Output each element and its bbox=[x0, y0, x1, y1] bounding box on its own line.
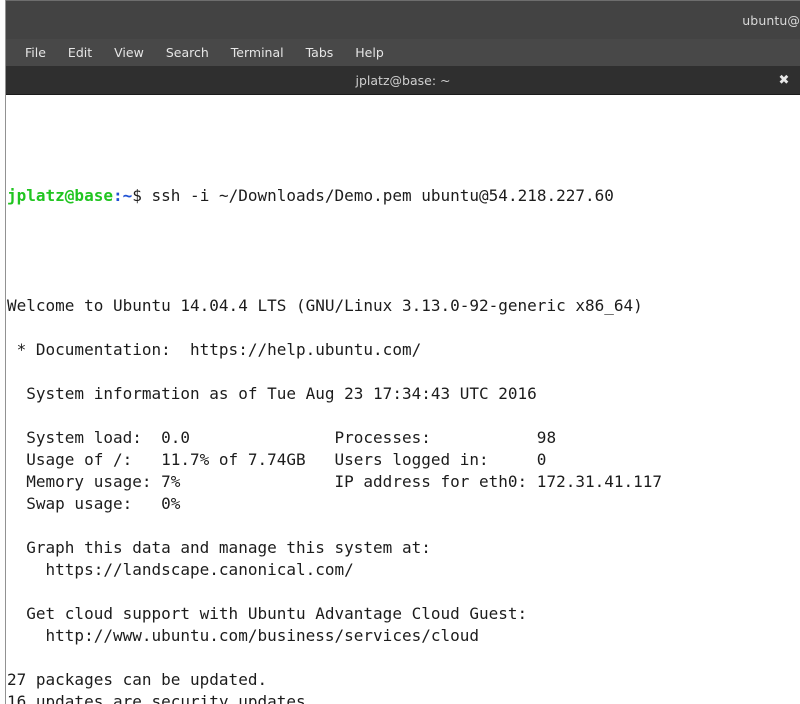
menu-item-help[interactable]: Help bbox=[344, 43, 395, 63]
menu-item-tabs[interactable]: Tabs bbox=[295, 43, 345, 63]
terminal-line-9: Swap usage: 0% bbox=[6, 493, 800, 515]
terminal-line-15: http://www.ubuntu.com/business/services/… bbox=[6, 625, 800, 647]
window-titlebar[interactable]: ubuntu@ bbox=[6, 0, 800, 39]
terminal-line-blank bbox=[6, 581, 800, 603]
prompt-path: ~ bbox=[123, 186, 133, 205]
desktop-background: ubuntu@ File Edit View Search Terminal T… bbox=[0, 0, 800, 704]
terminal-line-blank bbox=[6, 405, 800, 427]
terminal-line-14: Get cloud support with Ubuntu Advantage … bbox=[6, 603, 800, 625]
terminal-line-blank bbox=[6, 361, 800, 383]
terminal-line-17: 27 packages can be updated. bbox=[6, 669, 800, 691]
terminal-window: ubuntu@ File Edit View Search Terminal T… bbox=[6, 0, 800, 704]
terminal-line-6: System load: 0.0 Processes: 98 bbox=[6, 427, 800, 449]
terminal-banner-output: Welcome to Ubuntu 14.04.4 LTS (GNU/Linux… bbox=[6, 295, 800, 704]
menu-item-edit[interactable]: Edit bbox=[57, 43, 103, 63]
terminal-prompt-line-1: jplatz@base:~$ ssh -i ~/Downloads/Demo.p… bbox=[6, 185, 800, 207]
terminal-line-7: Usage of /: 11.7% of 7.74GB Users logged… bbox=[6, 449, 800, 471]
menu-item-file[interactable]: File bbox=[14, 43, 57, 63]
terminal-line-11: Graph this data and manage this system a… bbox=[6, 537, 800, 559]
menu-item-terminal[interactable]: Terminal bbox=[220, 43, 295, 63]
close-icon[interactable]: ✖ bbox=[776, 72, 792, 88]
terminal-line-blank bbox=[6, 317, 800, 339]
prompt-user-host: jplatz@base bbox=[7, 186, 113, 205]
terminal-line-8: Memory usage: 7% IP address for eth0: 17… bbox=[6, 471, 800, 493]
menu-item-view[interactable]: View bbox=[103, 43, 155, 63]
terminal-line-12: https://landscape.canonical.com/ bbox=[6, 559, 800, 581]
terminal-line-4: System information as of Tue Aug 23 17:3… bbox=[6, 383, 800, 405]
terminal-command-ssh: ssh -i ~/Downloads/Demo.pem ubuntu@54.21… bbox=[142, 186, 614, 205]
terminal-screen[interactable]: jplatz@base:~$ ssh -i ~/Downloads/Demo.p… bbox=[6, 95, 800, 704]
prompt-colon: : bbox=[113, 186, 123, 205]
window-title: ubuntu@ bbox=[742, 13, 800, 28]
tabbar: jplatz@base: ~ ✖ bbox=[6, 66, 800, 95]
prompt-dollar: $ bbox=[132, 186, 142, 205]
terminal-line-2: * Documentation: https://help.ubuntu.com… bbox=[6, 339, 800, 361]
terminal-line-18: 16 updates are security updates. bbox=[6, 691, 800, 704]
terminal-line-blank bbox=[6, 647, 800, 669]
terminal-line-0: Welcome to Ubuntu 14.04.4 LTS (GNU/Linux… bbox=[6, 295, 800, 317]
terminal-line-blank bbox=[6, 515, 800, 537]
tab-jplatz-base[interactable]: jplatz@base: ~ bbox=[356, 73, 451, 88]
menubar: File Edit View Search Terminal Tabs Help bbox=[6, 39, 800, 66]
menu-item-search[interactable]: Search bbox=[155, 43, 220, 63]
